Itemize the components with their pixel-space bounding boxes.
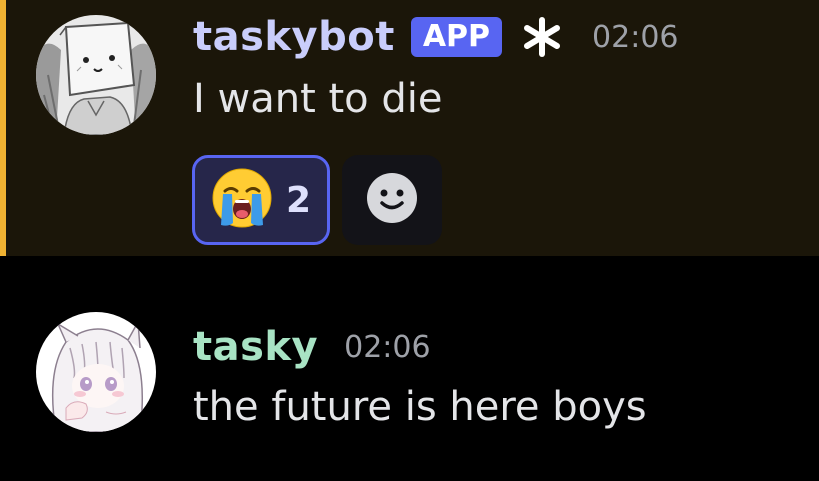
message-text: I want to die [193,76,443,122]
message-header: tasky 02:06 [193,322,431,372]
reaction-loudly-crying[interactable]: 2 [192,155,330,245]
asterisk-icon [522,17,562,57]
message-text: the future is here boys [193,384,647,430]
smiley-face-icon [366,172,418,228]
loudly-crying-face-icon [211,167,273,233]
username[interactable]: tasky [193,324,318,370]
avatar-tasky[interactable] [36,312,156,432]
message-tasky: tasky 02:06 the future is here boys [0,256,819,481]
avatar-taskybot[interactable] [36,15,156,135]
timestamp[interactable]: 02:06 [592,20,678,55]
chat-log: taskybot APP 02:06 I want to die 2 tasky… [0,0,819,481]
message-header: taskybot APP 02:06 [193,12,679,62]
timestamp[interactable]: 02:06 [344,330,430,365]
app-badge: APP [410,17,503,57]
reaction-count: 2 [285,179,311,221]
message-taskybot: taskybot APP 02:06 I want to die 2 [0,0,819,256]
username[interactable]: taskybot [193,14,395,60]
reaction-bar: 2 [192,155,442,245]
add-reaction-button[interactable] [342,155,442,245]
